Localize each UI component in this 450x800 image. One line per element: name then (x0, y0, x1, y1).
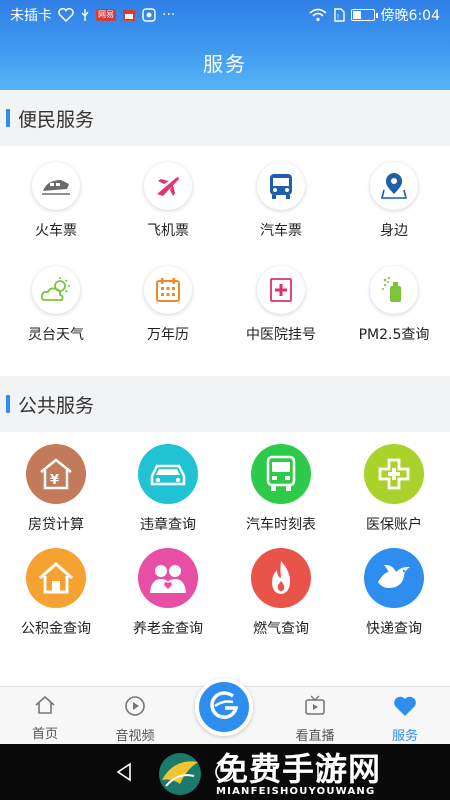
train-icon (32, 162, 80, 210)
air-quality-icon (370, 266, 418, 314)
section-marker (6, 395, 10, 413)
service-pension[interactable]: 养老金查询 (112, 548, 224, 638)
service-label: 房贷计算 (28, 517, 84, 533)
app-header: 未插卡 网易 ··· ! 傍晚6:04 服务 (0, 0, 450, 90)
service-label: 违章查询 (140, 517, 196, 533)
weather-icon (32, 266, 80, 314)
watermark-title: 免费手游网 (216, 749, 382, 788)
service-nearby[interactable]: 身边 (338, 162, 450, 240)
service-label: 万年历 (147, 327, 189, 343)
convenience-services-grid: 火车票 飞机票 汽车票 身边 灵台天气 万年历 中医院挂号 PM2.5查询 (0, 146, 450, 376)
svg-text:!: ! (337, 14, 339, 21)
play-icon (124, 695, 146, 721)
app-logo-icon (207, 688, 241, 726)
site-watermark: 免费手游网 MIANFEISHOUYOUWANG (150, 748, 450, 800)
public-services-grid: ¥ 房贷计算 违章查询 汽车时刻表 医保账户 公积金查询 养老金查询 燃气查询 … (0, 432, 450, 686)
watermark-subtitle: MIANFEISHOUYOUWANG (216, 785, 376, 797)
flame-icon (251, 548, 311, 608)
nav-label: 服务 (391, 729, 418, 744)
center-app-button[interactable] (195, 678, 253, 736)
calendar-notification-icon (122, 8, 136, 22)
tv-icon (304, 695, 326, 721)
house-loan-icon: ¥ (26, 444, 86, 504)
nav-media[interactable]: 音视频 (90, 695, 180, 744)
service-label: 中医院挂号 (246, 327, 316, 343)
calendar-icon (144, 266, 192, 314)
car-icon (138, 444, 198, 504)
wifi-icon (309, 8, 327, 22)
service-calendar[interactable]: 万年历 (112, 266, 224, 344)
more-notifications: ··· (162, 7, 176, 23)
home-fund-icon (26, 548, 86, 608)
section-header-public: 公共服务 (0, 376, 450, 432)
clock-text: 傍晚6:04 (380, 8, 440, 24)
svg-text:¥: ¥ (50, 473, 59, 488)
status-bar: 未插卡 网易 ··· ! 傍晚6:04 (0, 0, 450, 30)
section-title: 公共服务 (18, 394, 95, 417)
nav-label: 看直播 (295, 729, 335, 744)
airplane-icon (144, 162, 192, 210)
service-label: 医保账户 (366, 517, 422, 533)
usb-icon (80, 8, 90, 22)
service-express-delivery[interactable]: 快递查询 (338, 548, 450, 638)
service-hospital-registration[interactable]: 中医院挂号 (225, 266, 337, 344)
service-label: 飞机票 (147, 223, 189, 239)
service-label: 身边 (380, 223, 408, 239)
service-label: 汽车时刻表 (246, 517, 316, 533)
nav-label: 首页 (31, 727, 58, 742)
service-medical-insurance[interactable]: 医保账户 (338, 444, 450, 534)
medical-cross-icon (364, 444, 424, 504)
service-train-tickets[interactable]: 火车票 (0, 162, 112, 240)
service-label: 快递查询 (366, 621, 422, 637)
service-label: 火车票 (35, 223, 77, 239)
heart-monitor-icon (58, 8, 74, 22)
hospital-icon (257, 266, 305, 314)
bus-schedule-icon (251, 444, 311, 504)
service-label: 灵台天气 (28, 327, 84, 343)
service-pm25[interactable]: PM2.5查询 (338, 266, 450, 344)
pension-icon (138, 548, 198, 608)
section-marker (6, 109, 10, 127)
service-label: 公积金查询 (21, 621, 91, 637)
home-icon (34, 695, 56, 719)
nav-services[interactable]: 服务 (360, 695, 450, 744)
back-icon[interactable] (112, 760, 136, 784)
dove-icon (364, 548, 424, 608)
page-title: 服务 (203, 52, 247, 76)
battery-icon (350, 9, 378, 21)
service-label: PM2.5查询 (358, 327, 430, 343)
nav-live[interactable]: 看直播 (270, 695, 360, 744)
carrier-text: 未插卡 (10, 8, 52, 24)
news-app-icon: 网易 (96, 9, 116, 21)
service-gas[interactable]: 燃气查询 (225, 548, 337, 638)
service-weather[interactable]: 灵台天气 (0, 266, 112, 344)
service-air-tickets[interactable]: 飞机票 (112, 162, 224, 240)
heart-icon (393, 695, 417, 721)
service-traffic-violation[interactable]: 违章查询 (112, 444, 224, 534)
service-housing-fund[interactable]: 公积金查询 (0, 548, 112, 638)
service-label: 汽车票 (260, 223, 302, 239)
service-bus-tickets[interactable]: 汽车票 (225, 162, 337, 240)
service-label: 燃气查询 (253, 621, 309, 637)
map-pin-icon (370, 162, 418, 210)
service-mortgage-calc[interactable]: ¥ 房贷计算 (0, 444, 112, 534)
watermark-logo-icon (150, 750, 210, 798)
bus-icon (257, 162, 305, 210)
nav-home[interactable]: 首页 (0, 695, 90, 742)
sim-icon: ! (333, 8, 345, 22)
section-header-convenience: 便民服务 (0, 90, 450, 146)
section-title: 便民服务 (18, 108, 95, 131)
service-label: 养老金查询 (133, 621, 203, 637)
service-bus-timetable[interactable]: 汽车时刻表 (225, 444, 337, 534)
browser-notification-icon (142, 8, 156, 22)
nav-label: 音视频 (115, 729, 155, 744)
